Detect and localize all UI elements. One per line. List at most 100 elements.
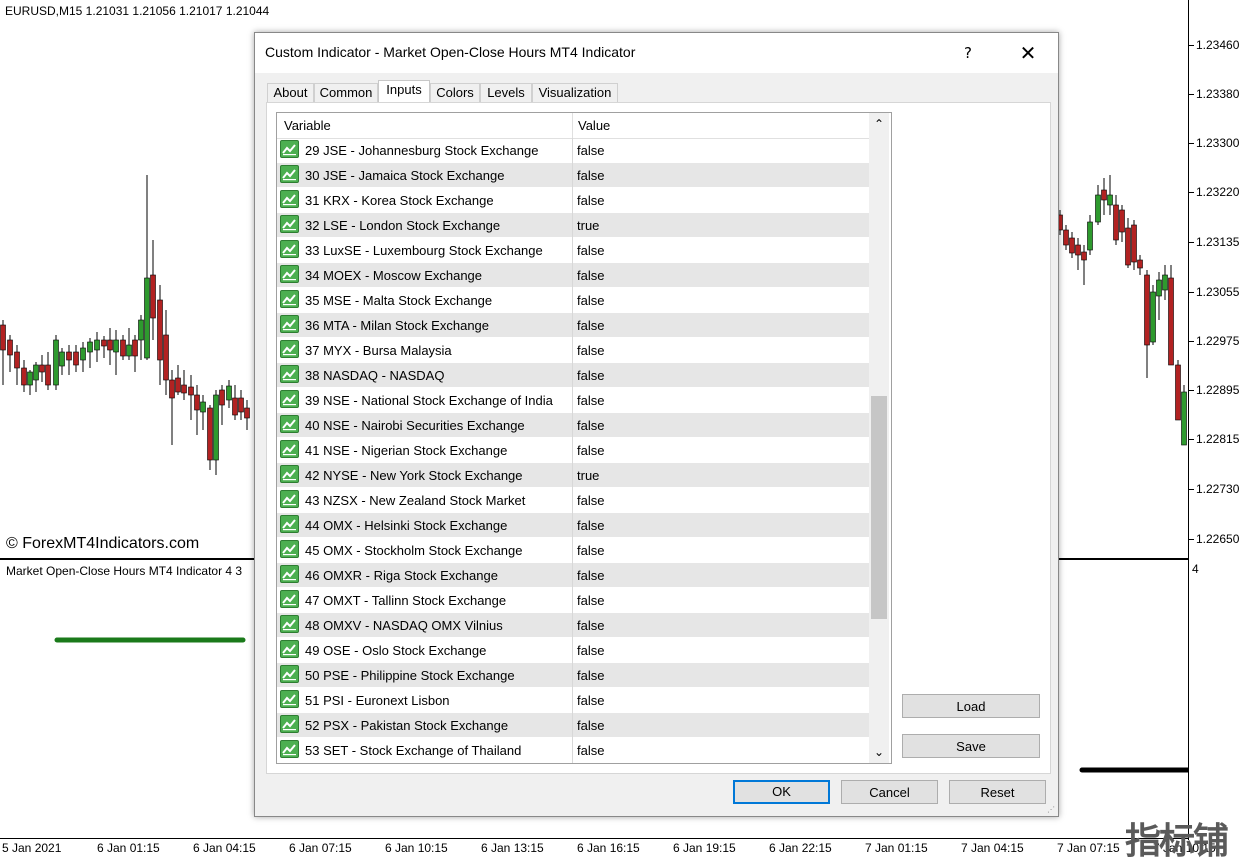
- input-row[interactable]: 45 OMX - Stockholm Stock Exchange false: [277, 538, 869, 563]
- input-row[interactable]: 52 PSX - Pakistan Stock Exchange false: [277, 713, 869, 738]
- candle: [169, 370, 175, 445]
- ok-button[interactable]: OK: [733, 780, 830, 804]
- candle: [0, 320, 6, 385]
- input-row[interactable]: 36 MTA - Milan Stock Exchange false: [277, 313, 869, 338]
- candle: [1125, 218, 1131, 268]
- input-row[interactable]: 31 KRX - Korea Stock Exchange false: [277, 188, 869, 213]
- scroll-down-icon[interactable]: ⌄: [869, 743, 889, 761]
- input-row[interactable]: 51 PSI - Euronext Lisbon false: [277, 688, 869, 713]
- variable-value[interactable]: false: [577, 568, 604, 583]
- time-tick: 6 Jan 13:15: [481, 841, 544, 855]
- input-param-icon: [280, 590, 299, 608]
- input-row[interactable]: 34 MOEX - Moscow Exchange false: [277, 263, 869, 288]
- input-row[interactable]: 50 PSE - Philippine Stock Exchange false: [277, 663, 869, 688]
- candle: [244, 400, 250, 430]
- load-button[interactable]: Load: [902, 694, 1040, 718]
- input-row[interactable]: 49 OSE - Oslo Stock Exchange false: [277, 638, 869, 663]
- candle: [1063, 225, 1069, 250]
- candle: [45, 352, 51, 390]
- variable-value[interactable]: false: [577, 418, 604, 433]
- input-param-icon: [280, 215, 299, 233]
- input-row[interactable]: 37 MYX - Bursa Malaysia false: [277, 338, 869, 363]
- value-column-header[interactable]: Value: [578, 118, 610, 133]
- price-axis[interactable]: 1.23460 1.23380 1.23300 1.23220 1.23135 1.230…: [1188, 0, 1249, 840]
- input-row[interactable]: 47 OMXT - Tallinn Stock Exchange false: [277, 588, 869, 613]
- variable-value[interactable]: false: [577, 668, 604, 683]
- candle: [238, 390, 244, 420]
- variable-value[interactable]: false: [577, 693, 604, 708]
- variable-value[interactable]: false: [577, 168, 604, 183]
- candle: [7, 335, 13, 372]
- variable-value[interactable]: false: [577, 143, 604, 158]
- variable-value[interactable]: true: [577, 468, 599, 483]
- variable-column-header[interactable]: Variable: [284, 118, 331, 133]
- input-row[interactable]: 46 OMXR - Riga Stock Exchange false: [277, 563, 869, 588]
- input-row[interactable]: 43 NZSX - New Zealand Stock Market false: [277, 488, 869, 513]
- cancel-button[interactable]: Cancel: [841, 780, 938, 804]
- input-row[interactable]: 44 OMX - Helsinki Stock Exchange false: [277, 513, 869, 538]
- candle: [175, 365, 181, 395]
- variable-value[interactable]: false: [577, 718, 604, 733]
- variable-value[interactable]: false: [577, 443, 604, 458]
- variable-name: 44 OMX - Helsinki Stock Exchange: [305, 518, 508, 533]
- variable-value[interactable]: false: [577, 368, 604, 383]
- dialog-titlebar[interactable]: Custom Indicator - Market Open-Close Hou…: [255, 33, 1058, 73]
- input-row[interactable]: 40 NSE - Nairobi Securities Exchange fals…: [277, 413, 869, 438]
- variable-value[interactable]: false: [577, 743, 604, 758]
- variable-name: 53 SET - Stock Exchange of Thailand: [305, 743, 522, 758]
- tab-about[interactable]: About: [267, 83, 314, 102]
- inputs-panel: Variable Value 29 JSE - Johannesburg Sto…: [266, 102, 1051, 774]
- input-row[interactable]: 29 JSE - Johannesburg Stock Exchange fals…: [277, 138, 869, 163]
- input-param-icon: [280, 615, 299, 633]
- candle: [80, 342, 86, 372]
- candle: [1069, 232, 1075, 258]
- scrollbar-thumb[interactable]: [871, 396, 887, 619]
- variable-value[interactable]: false: [577, 643, 604, 658]
- close-button[interactable]: ✕: [1013, 39, 1043, 67]
- input-param-icon: [280, 265, 299, 283]
- tab-levels[interactable]: Levels: [480, 83, 532, 102]
- scroll-up-icon[interactable]: ⌃: [869, 115, 889, 133]
- input-row[interactable]: 48 OMXV - NASDAQ OMX Vilnius false: [277, 613, 869, 638]
- variable-name: 48 OMXV - NASDAQ OMX Vilnius: [305, 618, 503, 633]
- variable-value[interactable]: false: [577, 493, 604, 508]
- variable-value[interactable]: false: [577, 268, 604, 283]
- reset-button[interactable]: Reset: [949, 780, 1046, 804]
- help-button[interactable]: ?: [953, 41, 983, 65]
- variable-value[interactable]: true: [577, 218, 599, 233]
- subwindow-title: Market Open-Close Hours MT4 Indicator 4 …: [6, 564, 243, 578]
- input-param-icon: [280, 540, 299, 558]
- resize-grip-icon[interactable]: ⋰: [1047, 805, 1055, 814]
- grid-scrollbar[interactable]: ⌃ ⌄: [869, 113, 889, 763]
- input-row[interactable]: 38 NASDAQ - NASDAQ false: [277, 363, 869, 388]
- variable-value[interactable]: false: [577, 618, 604, 633]
- variable-value[interactable]: false: [577, 318, 604, 333]
- tab-visualization[interactable]: Visualization: [532, 83, 618, 102]
- variable-value[interactable]: false: [577, 593, 604, 608]
- time-tick: 5 Jan 2021: [2, 841, 62, 855]
- variable-value[interactable]: false: [577, 343, 604, 358]
- variable-value[interactable]: false: [577, 393, 604, 408]
- save-button[interactable]: Save: [902, 734, 1040, 758]
- variable-value[interactable]: false: [577, 543, 604, 558]
- time-axis[interactable]: 5 Jan 2021 6 Jan 01:15 6 Jan 04:15 6 Jan 07…: [0, 838, 1216, 861]
- input-row[interactable]: 53 SET - Stock Exchange of Thailand false: [277, 738, 869, 763]
- variable-value[interactable]: false: [577, 518, 604, 533]
- input-row[interactable]: 42 NYSE - New York Stock Exchange true: [277, 463, 869, 488]
- variable-value[interactable]: false: [577, 293, 604, 308]
- tab-colors[interactable]: Colors: [430, 83, 480, 102]
- candle: [1168, 265, 1174, 366]
- input-param-icon: [280, 415, 299, 433]
- input-row[interactable]: 32 LSE - London Stock Exchange true: [277, 213, 869, 238]
- input-row[interactable]: 30 JSE - Jamaica Stock Exchange false: [277, 163, 869, 188]
- dialog-title: Custom Indicator - Market Open-Close Hou…: [265, 44, 636, 60]
- variable-value[interactable]: false: [577, 243, 604, 258]
- input-row[interactable]: 35 MSE - Malta Stock Exchange false: [277, 288, 869, 313]
- variable-value[interactable]: false: [577, 193, 604, 208]
- input-row[interactable]: 33 LuxSE - Luxembourg Stock Exchange fals…: [277, 238, 869, 263]
- tab-inputs[interactable]: Inputs: [378, 80, 430, 103]
- tab-common[interactable]: Common: [314, 83, 378, 102]
- candle: [1156, 272, 1162, 320]
- input-row[interactable]: 39 NSE - National Stock Exchange of Indi…: [277, 388, 869, 413]
- input-row[interactable]: 41 NSE - Nigerian Stock Exchange false: [277, 438, 869, 463]
